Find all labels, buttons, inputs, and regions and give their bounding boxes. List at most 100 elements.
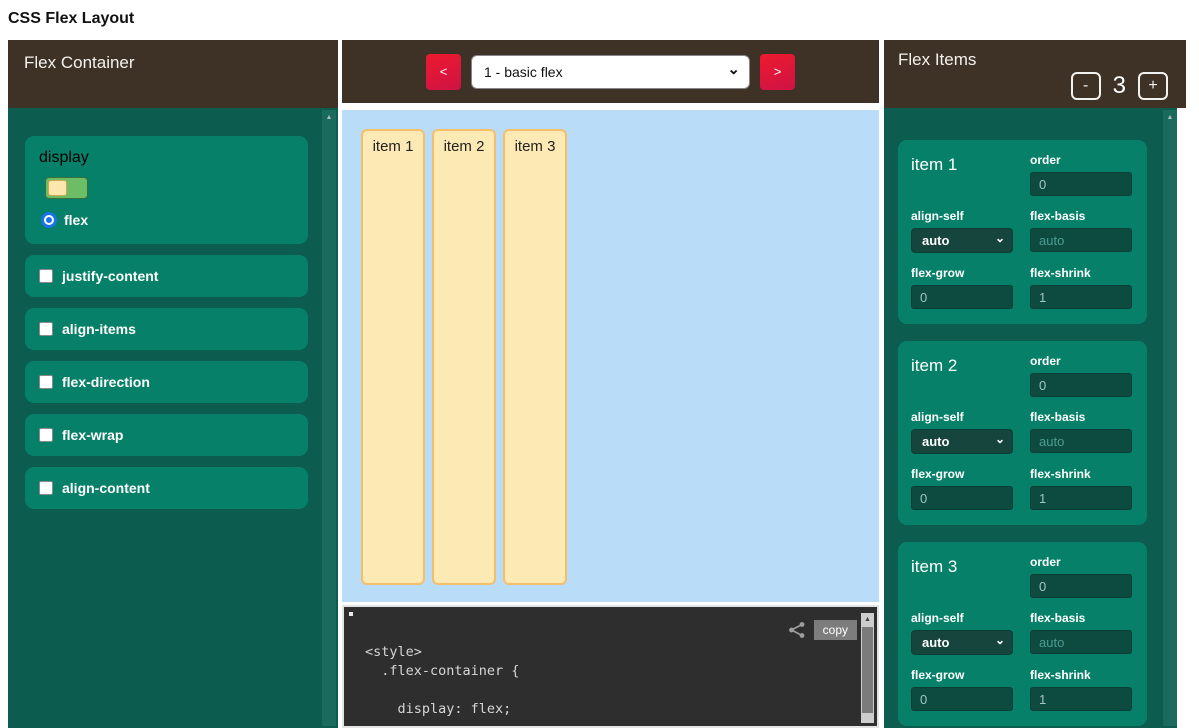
align-items-label: align-items [62,321,136,337]
code-line: <style> [365,643,847,662]
flex-basis-field: flex-basis [1030,209,1132,253]
property-card-align-content: align-content [25,467,308,509]
copy-button[interactable]: copy [814,620,857,640]
display-flex-radio[interactable] [41,212,57,228]
order-field: order [1030,354,1132,397]
example-nav-bar: < 1 - basic flex ⌄ > [342,40,879,103]
display-label: display [39,149,294,167]
flex-items-panel-header: Flex Items - 3 + [884,40,1186,108]
property-card-flex-wrap: flex-wrap [25,414,308,456]
share-icon[interactable] [788,621,806,639]
next-example-button[interactable]: > [760,54,795,90]
align-self-select[interactable]: auto [911,630,1013,655]
item-card-title: item 1 [911,153,1013,196]
flex-grow-input[interactable] [911,687,1013,711]
flex-grow-field: flex-grow [911,668,1013,711]
display-toggle-knob [48,180,67,196]
order-input[interactable] [1030,172,1132,196]
align-self-select[interactable]: auto [911,228,1013,253]
display-flex-radio-row: flex [39,212,294,228]
flex-container-panel: Flex Container display flex justify-cont… [8,40,338,728]
flex-grow-label: flex-grow [911,266,1013,280]
remove-item-button[interactable]: - [1071,72,1101,100]
scroll-up-icon[interactable]: ▲ [322,110,336,121]
display-flex-radio-label: flex [64,212,88,228]
align-self-select[interactable]: auto [911,429,1013,454]
flex-basis-field: flex-basis [1030,611,1132,655]
align-self-label: align-self [911,611,1013,625]
scroll-up-icon[interactable]: ▲ [1163,110,1177,121]
flex-basis-input[interactable] [1030,228,1132,252]
example-select-wrap: 1 - basic flex ⌄ [471,55,750,89]
item-count-controls: - 3 + [898,72,1172,102]
add-item-button[interactable]: + [1138,72,1168,100]
flex-basis-input[interactable] [1030,630,1132,654]
flex-container-panel-title: Flex Container [8,40,338,108]
flex-basis-field: flex-basis [1030,410,1132,454]
preview-flex-item-3: item 3 [503,129,567,585]
page-title: CSS Flex Layout [0,0,1199,40]
align-self-label: align-self [911,209,1013,223]
preview-flex-item-2: item 2 [432,129,496,585]
property-card-justify-content: justify-content [25,255,308,297]
order-label: order [1030,555,1132,569]
flex-items-panel-body: item 1 order align-self auto ⌄ flex-basi [884,108,1177,728]
flex-grow-input[interactable] [911,285,1013,309]
code-toolbar: copy [788,620,857,640]
flex-basis-label: flex-basis [1030,410,1132,424]
code-line: .flex-container { [365,662,847,681]
justify-content-label: justify-content [62,268,158,284]
flex-direction-checkbox[interactable] [39,375,53,389]
code-panel: copy <style> .flex-container { display: … [342,605,879,728]
item-card-title: item 2 [911,354,1013,397]
prev-example-button[interactable]: < [426,54,461,90]
flex-shrink-field: flex-shrink [1030,467,1132,510]
flex-basis-input[interactable] [1030,429,1132,453]
flex-shrink-input[interactable] [1030,486,1132,510]
code-line [365,681,847,700]
flex-grow-field: flex-grow [911,266,1013,309]
item-card-title: item 3 [911,555,1013,598]
display-property-card: display flex [25,136,308,244]
item-card-3: item 3 order align-self auto ⌄ flex-basi [898,542,1147,726]
left-panel-scrollbar[interactable]: ▲ [322,110,336,726]
justify-content-checkbox[interactable] [39,269,53,283]
order-field: order [1030,555,1132,598]
example-select[interactable]: 1 - basic flex [471,55,750,89]
property-card-flex-direction: flex-direction [25,361,308,403]
flex-shrink-field: flex-shrink [1030,266,1132,309]
order-input[interactable] [1030,373,1132,397]
flex-basis-label: flex-basis [1030,611,1132,625]
align-items-checkbox[interactable] [39,322,53,336]
scroll-up-icon[interactable]: ▲ [861,613,874,623]
flex-container-panel-body: display flex justify-content align [8,108,338,728]
code-cursor-dot [349,612,353,616]
preview-flex-item-1: item 1 [361,129,425,585]
item-card-1: item 1 order align-self auto ⌄ flex-basi [898,140,1147,324]
flex-shrink-input[interactable] [1030,687,1132,711]
display-toggle[interactable] [45,177,88,199]
align-self-label: align-self [911,410,1013,424]
flex-items-panel: Flex Items - 3 + item 1 order align-self [884,40,1186,728]
align-self-field: align-self auto ⌄ [911,410,1013,454]
flex-grow-input[interactable] [911,486,1013,510]
item-card-2: item 2 order align-self auto ⌄ flex-basi [898,341,1147,525]
flex-preview-container: item 1 item 2 item 3 [342,110,879,602]
align-content-checkbox[interactable] [39,481,53,495]
flex-shrink-label: flex-shrink [1030,266,1132,280]
flex-grow-label: flex-grow [911,467,1013,481]
main-layout: Flex Container display flex justify-cont… [8,40,1199,728]
code-scrollbar-thumb[interactable] [862,627,873,713]
code-scrollbar[interactable]: ▲ [861,613,874,723]
align-self-field: align-self auto ⌄ [911,611,1013,655]
flex-grow-label: flex-grow [911,668,1013,682]
order-input[interactable] [1030,574,1132,598]
flex-basis-label: flex-basis [1030,209,1132,223]
flex-wrap-checkbox[interactable] [39,428,53,442]
flex-shrink-input[interactable] [1030,285,1132,309]
flex-shrink-field: flex-shrink [1030,668,1132,711]
order-field: order [1030,153,1132,196]
flex-shrink-label: flex-shrink [1030,668,1132,682]
right-panel-scrollbar[interactable]: ▲ [1163,110,1177,726]
flex-direction-label: flex-direction [62,374,150,390]
